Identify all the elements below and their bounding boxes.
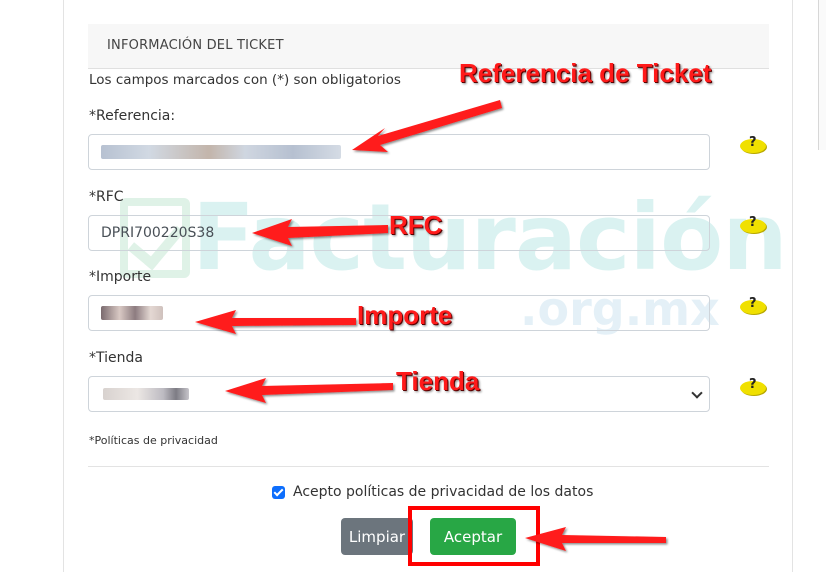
help-icon-glyph: ? xyxy=(749,215,757,230)
page-right-border xyxy=(792,0,793,572)
consent-checkbox[interactable] xyxy=(272,485,285,499)
help-icon-glyph: ? xyxy=(749,377,757,392)
consent-label: Acepto políticas de privacidad de los da… xyxy=(293,484,594,500)
importe-redacted-value xyxy=(101,306,163,320)
annotation-tienda: Tienda xyxy=(396,366,480,396)
card-header-title: INFORMACIÓN DEL TICKET xyxy=(107,38,284,53)
divider xyxy=(88,466,769,467)
annotation-referencia: Referencia de Ticket xyxy=(459,58,712,88)
referencia-input[interactable] xyxy=(88,134,710,170)
consent-row[interactable]: Acepto políticas de privacidad de los da… xyxy=(272,484,593,500)
importe-help-icon[interactable]: ? xyxy=(740,296,768,316)
referencia-help-icon[interactable]: ? xyxy=(740,135,768,155)
annotation-rfc: RFC xyxy=(389,210,443,240)
rfc-value: DPRI700220S38 xyxy=(101,225,215,241)
help-icon-glyph: ? xyxy=(749,296,757,311)
rfc-help-icon[interactable]: ? xyxy=(740,215,768,235)
referencia-redacted-value xyxy=(101,145,341,159)
rfc-label: *RFC xyxy=(89,189,124,205)
annotation-importe: Importe xyxy=(357,300,453,330)
required-fields-note: Los campos marcados con (*) son obligato… xyxy=(89,72,401,88)
clear-button[interactable]: Limpiar xyxy=(341,518,413,555)
tienda-label: *Tienda xyxy=(89,350,143,366)
arrow-aceptar xyxy=(525,527,666,551)
page-left-border xyxy=(63,0,64,572)
accept-highlight-box xyxy=(408,506,540,566)
tienda-redacted-value xyxy=(103,388,189,400)
help-icon-glyph: ? xyxy=(749,135,757,150)
chevron-down-icon xyxy=(691,387,703,399)
importe-label: *Importe xyxy=(89,269,152,285)
referencia-label: *Referencia: xyxy=(89,108,176,124)
scrollbar[interactable] xyxy=(818,0,826,150)
privacy-policy-link[interactable]: *Políticas de privacidad xyxy=(89,434,218,447)
tienda-help-icon[interactable]: ? xyxy=(740,377,768,397)
